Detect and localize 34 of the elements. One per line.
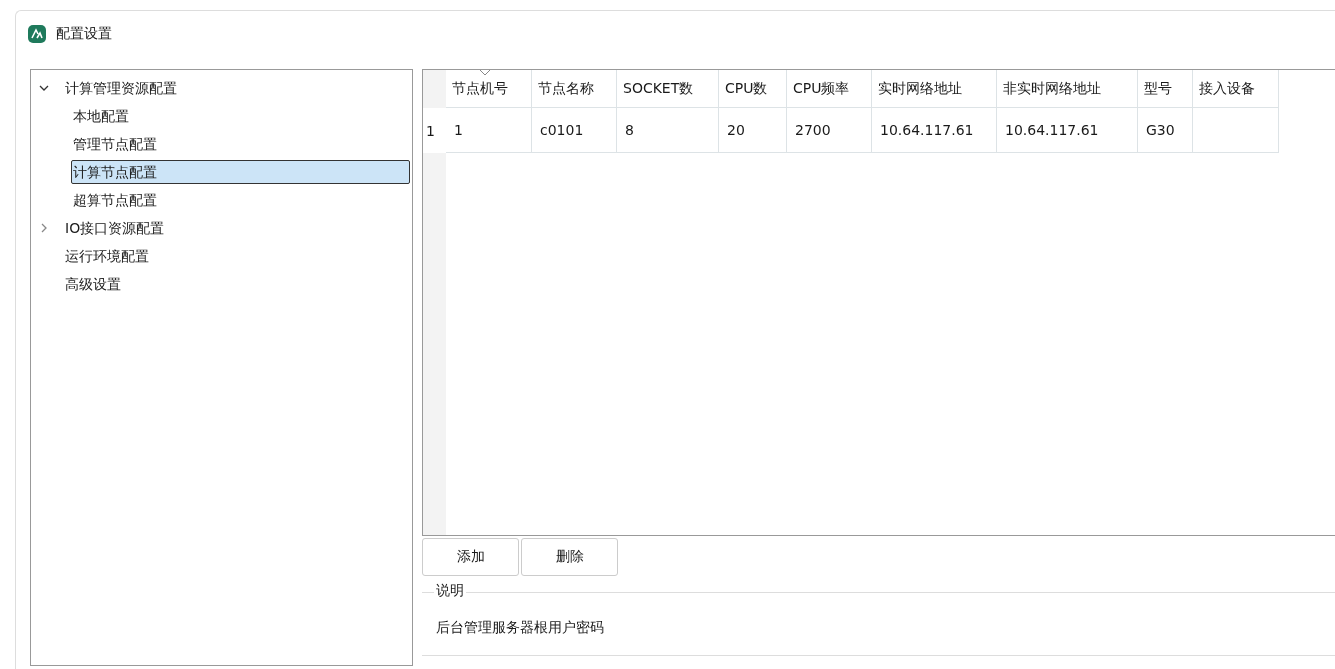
column-header[interactable]: CPU数 xyxy=(719,70,787,108)
window-title: 配置设置 xyxy=(56,25,112,43)
sort-caret-icon xyxy=(480,70,490,75)
tree-item[interactable]: 高级设置 xyxy=(63,272,123,296)
table-cell: 2700 xyxy=(787,108,872,153)
chevron-down-icon[interactable] xyxy=(39,83,49,93)
column-header[interactable]: 节点名称 xyxy=(532,70,617,108)
tree-item[interactable]: 管理节点配置 xyxy=(71,132,159,156)
tree-item[interactable]: 计算节点配置 xyxy=(71,160,410,184)
column-header[interactable]: 型号 xyxy=(1138,70,1193,108)
app-logo-icon xyxy=(28,25,46,43)
table-cell: 1 xyxy=(446,108,532,153)
table-cell: 10.64.117.61 xyxy=(872,108,997,153)
delete-button[interactable]: 删除 xyxy=(521,538,618,576)
column-header[interactable]: 接入设备 xyxy=(1193,70,1279,108)
tree-item[interactable]: 超算节点配置 xyxy=(71,188,159,212)
tree-item[interactable]: 本地配置 xyxy=(71,104,131,128)
tree-item[interactable]: 计算管理资源配置 xyxy=(63,76,179,100)
tree-item[interactable]: 运行环境配置 xyxy=(63,244,151,268)
add-button[interactable]: 添加 xyxy=(422,538,519,576)
table-cell: 10.64.117.61 xyxy=(997,108,1138,153)
column-header[interactable]: SOCKET数 xyxy=(617,70,719,108)
group-title: 说明 xyxy=(434,582,466,600)
table-cell: c0101 xyxy=(532,108,617,153)
column-header[interactable]: 节点机号 xyxy=(446,70,532,108)
table-cell: 8 xyxy=(617,108,719,153)
column-header[interactable]: CPU频率 xyxy=(787,70,872,108)
table-cell: G30 xyxy=(1138,108,1193,153)
table-cell: 20 xyxy=(719,108,787,153)
tree-item[interactable]: IO接口资源配置 xyxy=(63,216,167,240)
column-header[interactable]: 非实时网络地址 xyxy=(997,70,1138,108)
chevron-right-icon[interactable] xyxy=(39,223,49,233)
column-header[interactable]: 实时网络地址 xyxy=(872,70,997,108)
description-text: 后台管理服务器根用户密码 xyxy=(436,619,604,637)
